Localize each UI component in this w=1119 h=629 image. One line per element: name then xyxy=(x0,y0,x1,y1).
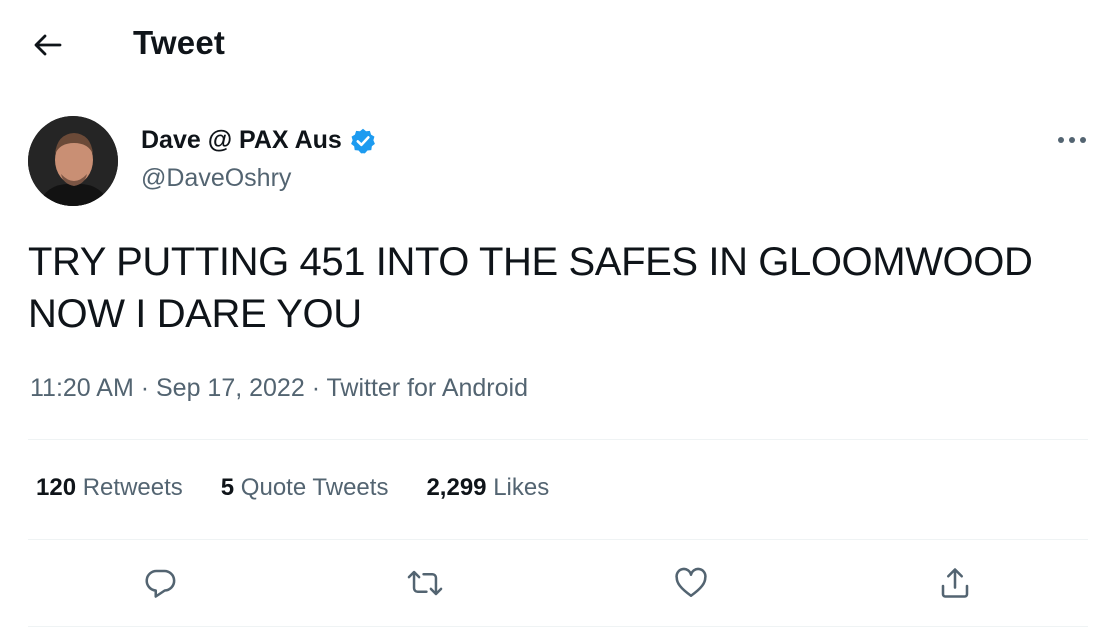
share-button[interactable] xyxy=(935,563,975,603)
page-title: Tweet xyxy=(133,24,226,61)
retweet-icon xyxy=(407,570,443,596)
divider xyxy=(28,626,1088,627)
tweet-meta: 11:20 AM · Sep 17, 2022 · Twitter for An… xyxy=(30,374,528,403)
retweets-stat[interactable]: 120 Retweets xyxy=(36,474,183,502)
more-horizontal-icon xyxy=(1058,137,1086,143)
author-handle[interactable]: @DaveOshry xyxy=(141,164,291,193)
arrow-left-icon xyxy=(34,34,62,56)
verified-badge-icon xyxy=(350,128,375,153)
like-button[interactable] xyxy=(671,563,711,603)
tweet-text: TRY PUTTING 451 INTO THE SAFES IN GLOOMW… xyxy=(28,240,1033,336)
meta-separator: · xyxy=(304,374,327,402)
back-button[interactable] xyxy=(30,28,64,62)
author-display-name[interactable]: Dave @ PAX Aus xyxy=(141,126,342,155)
tweet-stats: 120 Retweets 5 Quote Tweets 2,299 Likes xyxy=(36,474,587,502)
reply-icon xyxy=(145,569,176,598)
retweet-button[interactable] xyxy=(405,563,445,603)
tweet-time[interactable]: 11:20 AM xyxy=(30,374,134,402)
tweet-date[interactable]: Sep 17, 2022 xyxy=(156,374,305,402)
share-icon xyxy=(941,568,969,598)
reply-button[interactable] xyxy=(141,563,181,603)
tweet-source[interactable]: Twitter for Android xyxy=(327,374,528,402)
meta-separator: · xyxy=(133,374,156,402)
like-icon xyxy=(675,567,707,598)
divider xyxy=(28,539,1088,540)
more-options-button[interactable] xyxy=(1052,128,1092,152)
avatar[interactable] xyxy=(28,116,118,206)
likes-stat[interactable]: 2,299 Likes xyxy=(426,474,549,502)
author-name-row[interactable]: Dave @ PAX Aus xyxy=(141,126,377,155)
quote-tweets-stat[interactable]: 5 Quote Tweets xyxy=(221,474,389,502)
divider xyxy=(28,439,1088,440)
